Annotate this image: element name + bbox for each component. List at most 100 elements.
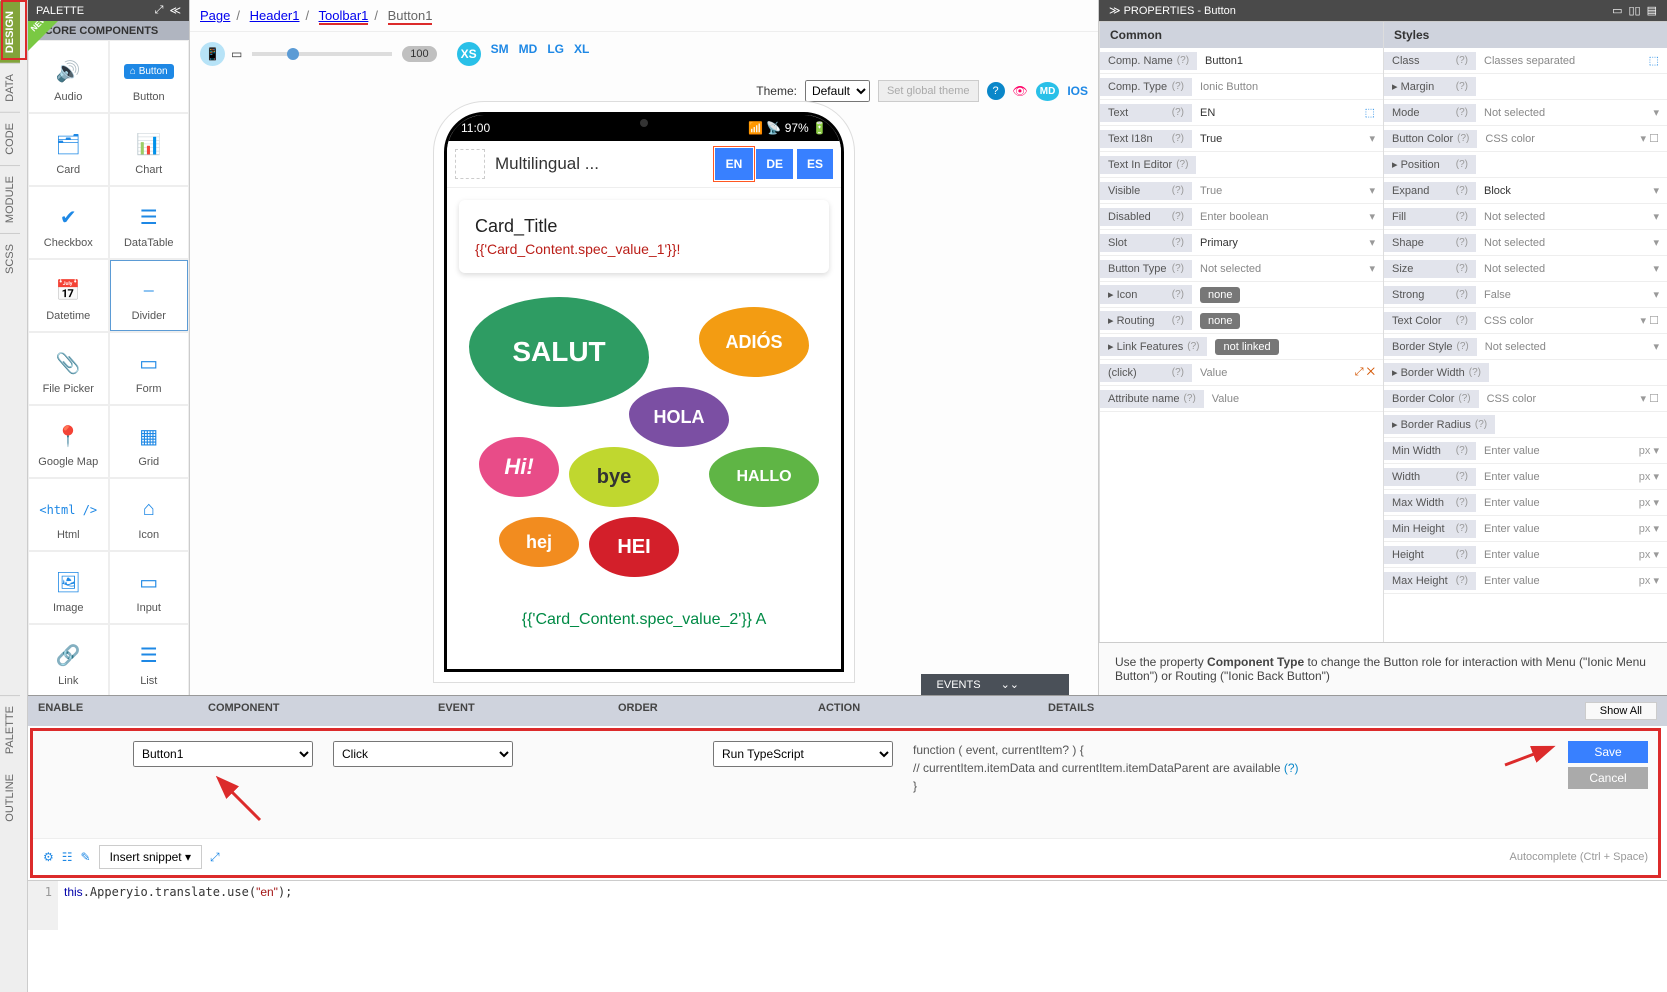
bp-md[interactable]: MD bbox=[519, 42, 538, 66]
settings-icon[interactable]: ☷ bbox=[62, 850, 73, 864]
event-select[interactable]: Click bbox=[333, 741, 513, 767]
prop-border-style[interactable]: Border Style(?)Not selected▾ bbox=[1384, 334, 1667, 360]
tab-data[interactable]: DATA bbox=[0, 63, 20, 112]
card[interactable]: Card_Title {{'Card_Content.spec_value_1'… bbox=[459, 200, 829, 273]
prop-mode[interactable]: Mode(?)Not selected▾ bbox=[1384, 100, 1667, 126]
prop-size[interactable]: Size(?)Not selected▾ bbox=[1384, 256, 1667, 282]
edit-icon[interactable]: ✎ bbox=[81, 850, 91, 864]
prop-value[interactable]: Enter valuepx ▾ bbox=[1476, 519, 1667, 538]
zoom-slider[interactable] bbox=[252, 52, 392, 56]
tab-outline[interactable]: OUTLINE bbox=[0, 764, 20, 832]
lang-es-button[interactable]: ES bbox=[797, 149, 833, 179]
prop-text-in-editor[interactable]: Text In Editor(?) bbox=[1100, 152, 1383, 178]
palette-item-html[interactable]: <html />Html bbox=[28, 478, 109, 551]
palette-item-grid[interactable]: ▦Grid bbox=[109, 405, 190, 478]
tab-design[interactable]: DESIGN bbox=[0, 0, 20, 63]
lang-en-button[interactable]: EN bbox=[716, 149, 753, 179]
prop-icon[interactable]: ▸ Icon(?)none bbox=[1100, 282, 1383, 308]
prop-button-type[interactable]: Button Type(?)Not selected▾ bbox=[1100, 256, 1383, 282]
prop-slot[interactable]: Slot(?)Primary▾ bbox=[1100, 230, 1383, 256]
prop-value[interactable] bbox=[1495, 422, 1667, 428]
menu-placeholder[interactable] bbox=[455, 149, 485, 179]
component-select[interactable]: Button1 bbox=[133, 741, 313, 767]
prop-value[interactable]: CSS color▾ ☐ bbox=[1477, 129, 1667, 148]
palette-item-icon[interactable]: ⌂Icon bbox=[109, 478, 190, 551]
palette-item-input[interactable]: ▭Input bbox=[109, 551, 190, 624]
prop-value[interactable]: Block▾ bbox=[1476, 181, 1667, 200]
layout-icon-1[interactable]: ▭ bbox=[1612, 4, 1622, 17]
prop-fill[interactable]: Fill(?)Not selected▾ bbox=[1384, 204, 1667, 230]
prop-text-i18n[interactable]: Text I18n(?)True▾ bbox=[1100, 126, 1383, 152]
palette-item-checkbox[interactable]: ✔Checkbox bbox=[28, 186, 109, 259]
prop-value[interactable] bbox=[1489, 370, 1667, 376]
prop-value[interactable]: CSS color▾ ☐ bbox=[1476, 311, 1667, 330]
prop-value[interactable]: EN⬚ bbox=[1192, 103, 1383, 122]
code-line[interactable]: this.Apperyio.translate.use("en"); bbox=[58, 881, 1667, 930]
prop-strong[interactable]: Strong(?)False▾ bbox=[1384, 282, 1667, 308]
bp-xs[interactable]: XS bbox=[457, 42, 481, 66]
prop-value[interactable]: Primary▾ bbox=[1192, 233, 1383, 252]
cancel-button[interactable]: Cancel bbox=[1568, 767, 1648, 789]
prop-value[interactable]: Enter valuepx ▾ bbox=[1476, 493, 1667, 512]
device-phone-icon[interactable]: 📱 bbox=[200, 42, 225, 66]
prop-value[interactable]: Enter valuepx ▾ bbox=[1476, 467, 1667, 486]
prop-value[interactable]: Enter valuepx ▾ bbox=[1476, 441, 1667, 460]
prop-height[interactable]: Height(?)Enter valuepx ▾ bbox=[1384, 542, 1667, 568]
prop-value[interactable]: True▾ bbox=[1192, 129, 1383, 148]
insert-snippet-button[interactable]: Insert snippet ▾ bbox=[99, 845, 202, 869]
ios-toggle[interactable]: IOS bbox=[1067, 84, 1088, 98]
prop-value[interactable]: not linked bbox=[1207, 336, 1383, 358]
prop-value[interactable]: Classes separated⬚ bbox=[1476, 51, 1667, 70]
set-global-theme-button[interactable]: Set global theme bbox=[878, 80, 979, 102]
app-toolbar[interactable]: Multilingual ... EN DE ES bbox=[447, 141, 841, 188]
prop-value[interactable]: Ionic Button bbox=[1192, 78, 1383, 96]
prop-value[interactable]: Value⤢ ✕ bbox=[1192, 363, 1383, 382]
palette-item-list[interactable]: ☰List bbox=[109, 624, 190, 695]
prop-value[interactable] bbox=[1196, 162, 1383, 168]
palette-item-form[interactable]: ▭Form bbox=[109, 332, 190, 405]
prop-width[interactable]: Width(?)Enter valuepx ▾ bbox=[1384, 464, 1667, 490]
code-editor[interactable]: 1 this.Apperyio.translate.use("en"); bbox=[28, 880, 1667, 930]
palette-collapse-icon[interactable]: ≪ bbox=[169, 4, 181, 17]
prop-text-color[interactable]: Text Color(?)CSS color▾ ☐ bbox=[1384, 308, 1667, 334]
theme-select[interactable]: Default bbox=[805, 80, 870, 102]
prop-border-color[interactable]: Border Color(?)CSS color▾ ☐ bbox=[1384, 386, 1667, 412]
device-tablet-icon[interactable]: ▭ bbox=[231, 47, 242, 61]
prop-value[interactable]: Enter valuepx ▾ bbox=[1476, 571, 1667, 590]
gear-icon[interactable]: ⚙ bbox=[43, 850, 54, 864]
prop-disabled[interactable]: Disabled(?)Enter boolean▾ bbox=[1100, 204, 1383, 230]
prop-value[interactable] bbox=[1476, 162, 1667, 168]
palette-section[interactable]: ▾ CORE COMPONENTS NEW bbox=[28, 21, 189, 40]
palette-item-datetime[interactable]: 📅Datetime bbox=[28, 259, 109, 332]
prop-value[interactable]: Not selected▾ bbox=[1477, 337, 1667, 356]
prop-shape[interactable]: Shape(?)Not selected▾ bbox=[1384, 230, 1667, 256]
prop-comp-name[interactable]: Comp. Name(?)Button1 bbox=[1100, 48, 1383, 74]
prop-margin[interactable]: ▸ Margin(?) bbox=[1384, 74, 1667, 100]
prop-comp-type[interactable]: Comp. Type(?)Ionic Button bbox=[1100, 74, 1383, 100]
palette-item-divider[interactable]: ⎯Divider bbox=[109, 259, 190, 332]
layout-icon-2[interactable]: ▯▯ bbox=[1628, 4, 1640, 17]
tab-scss[interactable]: SCSS bbox=[0, 233, 20, 284]
prop-button-color[interactable]: Button Color(?)CSS color▾ ☐ bbox=[1384, 126, 1667, 152]
save-button[interactable]: Save bbox=[1568, 741, 1648, 763]
fullscreen-icon[interactable]: ⤢ bbox=[210, 850, 220, 865]
eye-icon[interactable]: 👁 bbox=[1013, 84, 1028, 98]
prop-visible[interactable]: Visible(?)True▾ bbox=[1100, 178, 1383, 204]
palette-item-datatable[interactable]: ☰DataTable bbox=[109, 186, 190, 259]
tab-palette[interactable]: PALETTE bbox=[0, 695, 20, 764]
bc-button1[interactable]: Button1 bbox=[388, 8, 433, 25]
palette-item-file-picker[interactable]: 📎File Picker bbox=[28, 332, 109, 405]
palette-item-card[interactable]: 🗂Card bbox=[28, 113, 109, 186]
layout-icon-3[interactable]: ▤ bbox=[1647, 4, 1657, 17]
prop-text[interactable]: Text(?)EN⬚ bbox=[1100, 100, 1383, 126]
bc-header1[interactable]: Header1 bbox=[250, 8, 300, 23]
prop-value[interactable]: none bbox=[1192, 284, 1383, 306]
prop-link-features[interactable]: ▸ Link Features(?)not linked bbox=[1100, 334, 1383, 360]
prop-routing[interactable]: ▸ Routing(?)none bbox=[1100, 308, 1383, 334]
prop-value[interactable]: Not selected▾ bbox=[1476, 103, 1667, 122]
palette-item-google-map[interactable]: 📍Google Map bbox=[28, 405, 109, 478]
prop-min-height[interactable]: Min Height(?)Enter valuepx ▾ bbox=[1384, 516, 1667, 542]
prop-expand[interactable]: Expand(?)Block▾ bbox=[1384, 178, 1667, 204]
tab-module[interactable]: MODULE bbox=[0, 165, 20, 233]
prop-border-width[interactable]: ▸ Border Width(?) bbox=[1384, 360, 1667, 386]
